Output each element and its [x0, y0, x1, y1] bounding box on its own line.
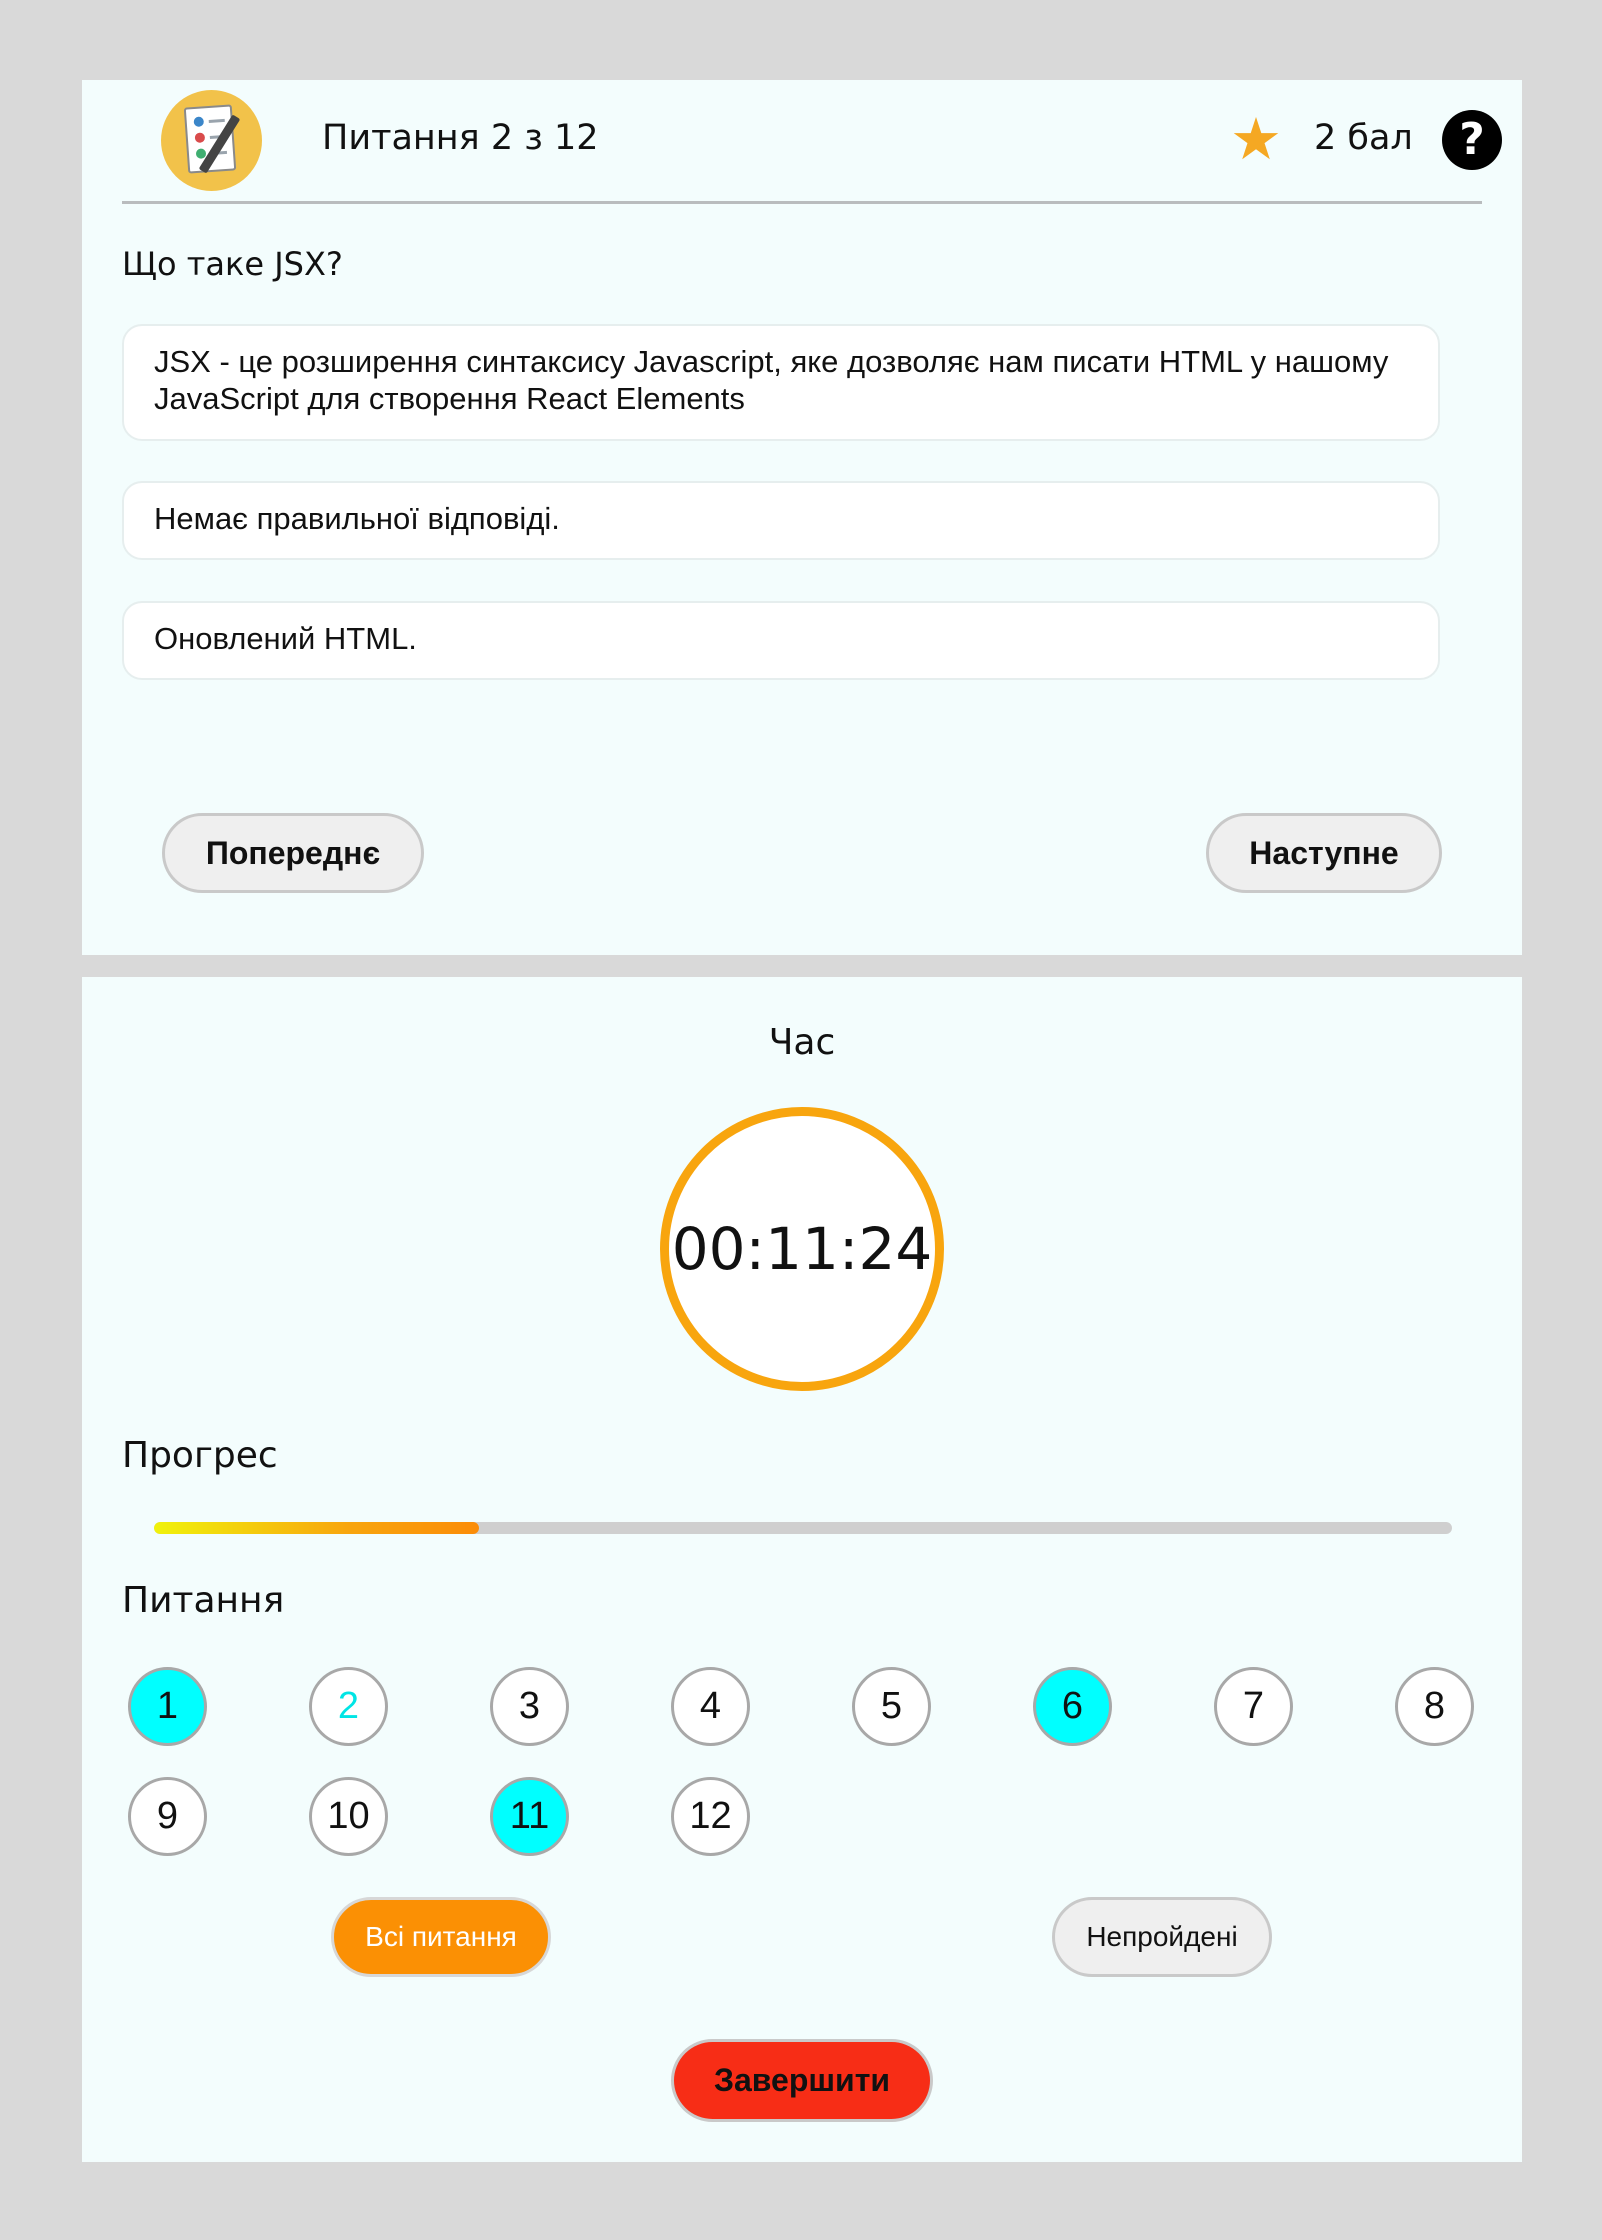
question-number-6[interactable]: 6	[1033, 1667, 1112, 1746]
question-number-9[interactable]: 9	[128, 1777, 207, 1856]
progress-bar-fill	[154, 1522, 479, 1534]
question-number-8[interactable]: 8	[1395, 1667, 1474, 1746]
question-number-3[interactable]: 3	[490, 1667, 569, 1746]
question-text: Що таке JSX?	[122, 245, 343, 283]
questions-title: Питання	[122, 1580, 285, 1621]
question-number-10[interactable]: 10	[309, 1777, 388, 1856]
question-number-1[interactable]: 1	[128, 1667, 207, 1746]
question-number-5[interactable]: 5	[852, 1667, 931, 1746]
answer-option[interactable]: Оновлений HTML.	[122, 601, 1440, 680]
next-button[interactable]: Наступне	[1206, 813, 1442, 893]
question-panel: Питання 2 з 12 ★ 2 бал ? Що таке JSX? JS…	[82, 80, 1522, 955]
question-number-7[interactable]: 7	[1214, 1667, 1293, 1746]
question-number-11[interactable]: 11	[490, 1777, 569, 1856]
progress-title: Прогрес	[122, 1435, 278, 1476]
question-number-4[interactable]: 4	[671, 1667, 750, 1746]
all-questions-button[interactable]: Всі питання	[331, 1897, 551, 1977]
timer-circle: 00:11:24	[660, 1107, 944, 1391]
quiz-header: Питання 2 з 12 ★ 2 бал ?	[122, 80, 1502, 204]
unanswered-questions-button[interactable]: Непройдені	[1052, 1897, 1272, 1977]
question-number-12[interactable]: 12	[671, 1777, 750, 1856]
question-number-2[interactable]: 2	[309, 1667, 388, 1746]
finish-button[interactable]: Завершити	[671, 2039, 933, 2122]
timer-value: 00:11:24	[671, 1215, 933, 1283]
sidebar-panel: Час 00:11:24 Прогрес Питання 1 2 3 4 5 6 7 8 9 10…	[82, 977, 1522, 2162]
progress-bar	[154, 1522, 1452, 1534]
star-icon: ★	[1230, 105, 1282, 173]
score-label: 2 бал	[1314, 118, 1413, 158]
question-mark-icon[interactable]: ?	[1442, 110, 1502, 170]
time-title: Час	[768, 1022, 836, 1063]
question-counter: Питання 2 з 12	[322, 118, 599, 158]
answer-option[interactable]: Немає правильної відповіді.	[122, 481, 1440, 560]
quiz-checklist-icon	[161, 90, 262, 191]
previous-button[interactable]: Попереднє	[162, 813, 424, 893]
answer-option[interactable]: JSX - це розширення синтаксису Javascrip…	[122, 324, 1440, 441]
